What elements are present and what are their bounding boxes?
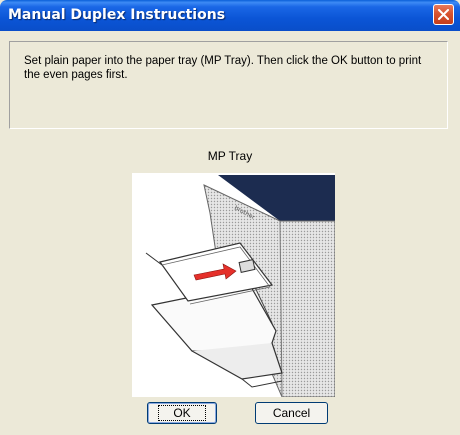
instruction-text: Set plain paper into the paper tray (MP … [24,55,422,81]
title-bar[interactable]: Manual Duplex Instructions [0,0,460,31]
printer-tray-image: brother [145,175,336,398]
close-icon [438,9,449,20]
window-title: Manual Duplex Instructions [8,7,226,23]
close-button[interactable] [433,4,454,25]
ok-button-label: OK [158,405,206,421]
cancel-button[interactable]: Cancel [255,402,328,424]
illustration-caption: MP Tray [207,149,253,163]
ok-button[interactable]: OK [147,402,217,424]
message-panel: Set plain paper into the paper tray (MP … [9,41,448,129]
dialog-window: Manual Duplex Instructions Set plain pap… [0,0,460,435]
mp-tray-illustration: brother [132,173,336,398]
